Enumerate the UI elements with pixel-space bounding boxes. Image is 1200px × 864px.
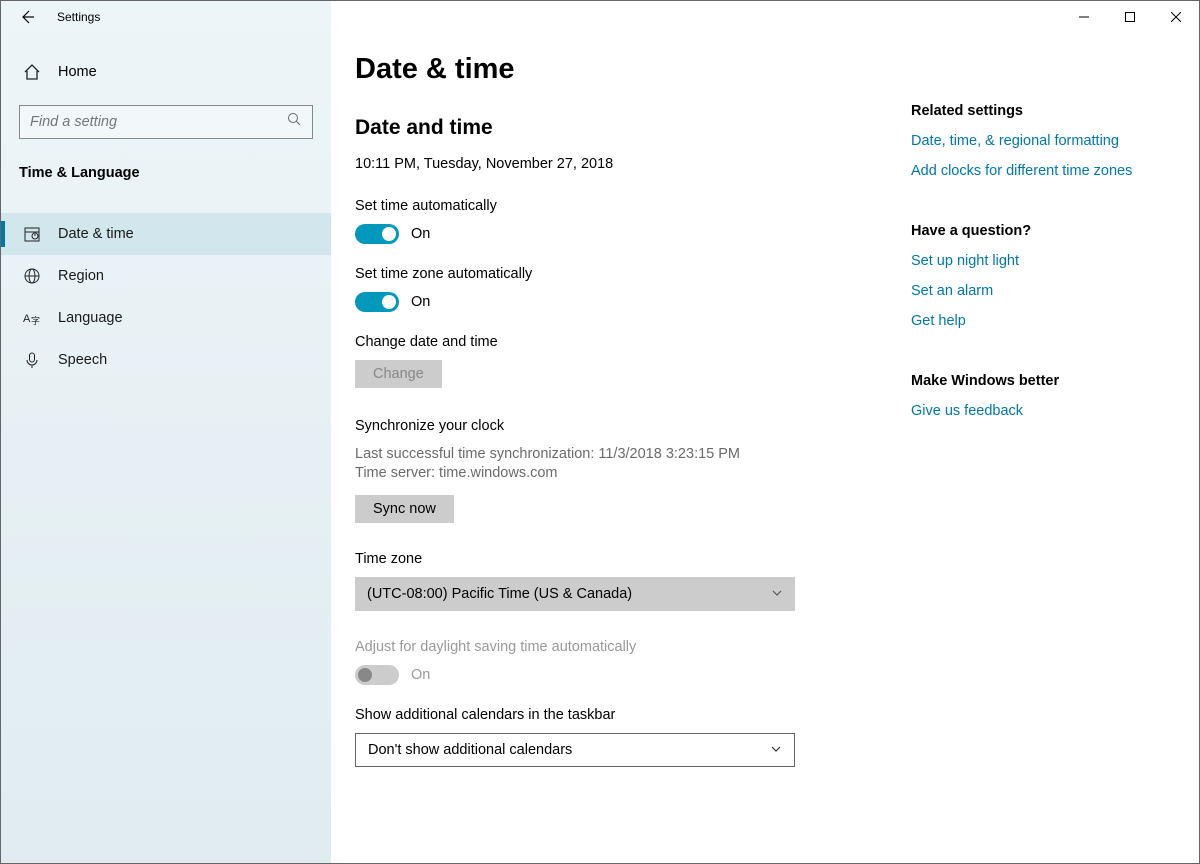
search-icon [287, 112, 302, 132]
sync-last: Last successful time synchronization: 11… [355, 446, 905, 462]
section-heading: Date and time [355, 116, 905, 140]
set-tz-auto-state: On [411, 294, 430, 310]
search-box[interactable] [19, 105, 313, 139]
sync-server: Time server: time.windows.com [355, 465, 905, 481]
additional-calendars-dropdown[interactable]: Don't show additional calendars [355, 733, 795, 767]
chevron-down-icon [771, 587, 783, 602]
home-label: Home [58, 64, 97, 80]
settings-window: Settings Home Time & Language Date & [0, 0, 1200, 864]
chevron-down-icon [770, 743, 782, 758]
timezone-dropdown: (UTC-08:00) Pacific Time (US & Canada) [355, 577, 795, 611]
microphone-icon [23, 351, 41, 369]
content-column: Date & time Date and time 10:11 PM, Tues… [355, 53, 905, 863]
set-time-auto-state: On [411, 226, 430, 242]
question-heading: Have a question? [911, 223, 1171, 239]
window-title: Settings [57, 10, 100, 24]
nav-label: Region [58, 268, 104, 284]
link-add-clocks[interactable]: Add clocks for different time zones [911, 163, 1171, 179]
nav-speech[interactable]: Speech [1, 339, 331, 381]
set-tz-auto-label: Set time zone automatically [355, 266, 905, 282]
right-column: Related settings Date, time, & regional … [911, 53, 1171, 863]
addl-cal-label: Show additional calendars in the taskbar [355, 707, 905, 723]
nav-date-time[interactable]: Date & time [1, 213, 331, 255]
addl-cal-value: Don't show additional calendars [368, 742, 572, 758]
home-icon [23, 63, 41, 81]
category-title: Time & Language [1, 165, 331, 181]
link-feedback[interactable]: Give us feedback [911, 403, 1171, 419]
link-get-help[interactable]: Get help [911, 313, 1171, 329]
current-datetime: 10:11 PM, Tuesday, November 27, 2018 [355, 156, 905, 172]
nav-language[interactable]: A字 Language [1, 297, 331, 339]
page-title: Date & time [355, 53, 905, 86]
tz-value: (UTC-08:00) Pacific Time (US & Canada) [367, 586, 632, 602]
dst-toggle [355, 665, 399, 685]
set-tz-auto-toggle[interactable] [355, 292, 399, 312]
change-dt-label: Change date and time [355, 334, 905, 350]
svg-text:字: 字 [31, 315, 40, 326]
nav-region[interactable]: Region [1, 255, 331, 297]
related-heading: Related settings [911, 103, 1171, 119]
sync-heading: Synchronize your clock [355, 418, 905, 434]
maximize-button[interactable] [1107, 1, 1153, 33]
nav-label: Language [58, 310, 123, 326]
dst-state: On [411, 667, 430, 683]
search-input[interactable] [30, 114, 287, 130]
feedback-heading: Make Windows better [911, 373, 1171, 389]
link-night-light[interactable]: Set up night light [911, 253, 1171, 269]
language-icon: A字 [23, 309, 41, 327]
nav-label: Speech [58, 352, 107, 368]
titlebar: Settings [1, 1, 1199, 33]
link-regional-formatting[interactable]: Date, time, & regional formatting [911, 133, 1171, 149]
set-time-auto-label: Set time automatically [355, 198, 905, 214]
link-set-alarm[interactable]: Set an alarm [911, 283, 1171, 299]
minimize-button[interactable] [1061, 1, 1107, 33]
globe-icon [23, 267, 41, 285]
back-button[interactable] [19, 9, 35, 25]
clock-icon [23, 225, 41, 243]
set-time-auto-toggle[interactable] [355, 224, 399, 244]
home-nav[interactable]: Home [1, 53, 331, 91]
svg-text:A: A [23, 313, 31, 325]
dst-label: Adjust for daylight saving time automati… [355, 639, 905, 655]
sync-now-button[interactable]: Sync now [355, 495, 454, 523]
close-button[interactable] [1153, 1, 1199, 33]
tz-label: Time zone [355, 551, 905, 567]
nav-label: Date & time [58, 226, 134, 242]
main-area: Date & time Date and time 10:11 PM, Tues… [331, 1, 1199, 863]
change-button: Change [355, 360, 442, 388]
sidebar: Home Time & Language Date & time Region … [1, 1, 331, 863]
